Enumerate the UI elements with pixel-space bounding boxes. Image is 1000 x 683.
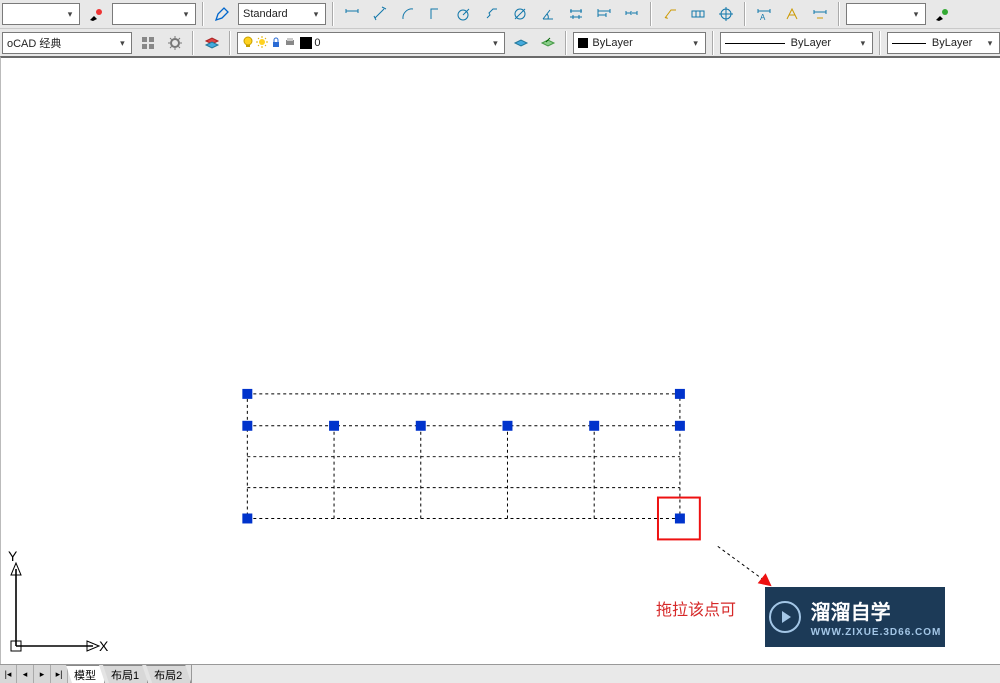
tolerance-icon[interactable] xyxy=(686,2,710,26)
lineweight-sample xyxy=(892,43,926,44)
dimstyle-combo[interactable]: ▾ xyxy=(846,3,926,25)
toolbar-divider xyxy=(332,2,334,26)
radius-dim-icon[interactable] xyxy=(452,2,476,26)
tab-last-button[interactable]: ▸| xyxy=(51,665,68,683)
toolbar-divider xyxy=(565,31,567,55)
watermark-title: 溜溜自学 xyxy=(811,596,942,625)
chevron-down-icon: ▾ xyxy=(309,9,323,20)
toolbar-divider xyxy=(712,31,714,55)
toolbar-divider xyxy=(192,31,194,55)
aligned-dim-icon[interactable] xyxy=(368,2,392,26)
combo-generic-2[interactable]: ▾ xyxy=(112,3,196,25)
center-mark-icon[interactable] xyxy=(714,2,738,26)
color-combo[interactable]: ByLayer ▾ xyxy=(573,32,705,54)
layer-combo[interactable]: 0 ▾ xyxy=(237,32,505,54)
ucs-icon: Y X xyxy=(1,551,111,661)
svg-text:A: A xyxy=(760,13,766,22)
color-combo-value: ByLayer xyxy=(592,37,632,49)
color-swatch xyxy=(578,38,588,48)
tab-track xyxy=(191,665,1000,683)
toolbar-divider xyxy=(744,2,746,26)
dimupdate-icon[interactable] xyxy=(808,2,832,26)
canvas-overlay xyxy=(1,58,1000,665)
workspace-combo[interactable]: oCAD 经典 ▾ xyxy=(2,32,132,54)
gear-icon[interactable] xyxy=(163,31,186,55)
dimtext-icon[interactable] xyxy=(780,2,804,26)
layer-manager-icon[interactable] xyxy=(200,31,223,55)
bulb-icon xyxy=(242,36,254,51)
ucs-y-label: Y xyxy=(8,551,18,564)
textstyle-combo[interactable]: Standard ▾ xyxy=(238,3,326,25)
toolbar-row-2: oCAD 经典 ▾ 0 ▾ xyxy=(0,29,1000,58)
jog-dim-icon[interactable] xyxy=(480,2,504,26)
toolbar-divider xyxy=(879,31,881,55)
plot-icon xyxy=(284,36,296,51)
toolbar-divider xyxy=(650,2,652,26)
toolbar-row-1: ▾ ▾ Standard ▾ A xyxy=(0,0,1000,29)
quick-dim-icon[interactable] xyxy=(564,2,588,26)
ucs-x-label: X xyxy=(99,638,109,654)
layer-previous-icon[interactable] xyxy=(536,31,559,55)
chevron-down-icon: ▾ xyxy=(689,38,703,49)
lineweight-combo-value: ByLayer xyxy=(932,37,972,49)
drawing-canvas[interactable]: 拖拉该点可 Y X 溜溜自学 WWW.ZIXUE.3D66.COM xyxy=(0,56,1000,665)
arc-dim-icon[interactable] xyxy=(396,2,420,26)
diameter-dim-icon[interactable] xyxy=(508,2,532,26)
tab-layout1[interactable]: 布局1 xyxy=(103,665,148,683)
linetype-combo-value: ByLayer xyxy=(791,37,831,49)
tab-first-button[interactable]: |◂ xyxy=(0,665,17,683)
watermark: 溜溜自学 WWW.ZIXUE.3D66.COM xyxy=(765,587,945,647)
play-icon xyxy=(769,601,801,633)
annotation-text: 拖拉该点可 xyxy=(656,596,736,620)
tab-prev-button[interactable]: ◂ xyxy=(17,665,34,683)
leader-icon[interactable] xyxy=(658,2,682,26)
watermark-sub: WWW.ZIXUE.3D66.COM xyxy=(811,627,942,638)
sun-icon xyxy=(256,36,268,51)
dimstyle-brush-icon[interactable] xyxy=(930,2,954,26)
linetype-sample xyxy=(725,43,785,44)
combo-generic-1[interactable]: ▾ xyxy=(2,3,80,25)
angular-dim-icon[interactable] xyxy=(536,2,560,26)
toolbar-divider xyxy=(202,2,204,26)
textstyle-combo-value: Standard xyxy=(243,8,288,20)
color-brush-icon[interactable] xyxy=(84,2,108,26)
gear-grid-icon[interactable] xyxy=(136,31,159,55)
chevron-down-icon: ▾ xyxy=(488,38,502,49)
layer-color-swatch xyxy=(300,37,312,49)
chevron-down-icon: ▾ xyxy=(63,9,77,20)
workspace-combo-value: oCAD 经典 xyxy=(7,35,61,51)
toolbar-divider xyxy=(229,31,231,55)
linetype-combo[interactable]: ByLayer ▾ xyxy=(720,32,873,54)
tab-layout2[interactable]: 布局2 xyxy=(146,665,191,683)
layer-combo-value: 0 xyxy=(314,37,320,49)
tab-next-button[interactable]: ▸ xyxy=(34,665,51,683)
baseline-dim-icon[interactable] xyxy=(592,2,616,26)
ordinate-dim-icon[interactable] xyxy=(424,2,448,26)
continue-dim-icon[interactable] xyxy=(620,2,644,26)
lock-icon xyxy=(270,36,282,51)
dimedit-icon[interactable]: A xyxy=(752,2,776,26)
chevron-down-icon: ▾ xyxy=(115,38,129,49)
linear-dim-icon[interactable] xyxy=(340,2,364,26)
chevron-down-icon: ▾ xyxy=(983,38,997,49)
tab-model[interactable]: 模型 xyxy=(66,665,105,683)
layer-isolate-icon[interactable] xyxy=(509,31,532,55)
model-layout-tabs: |◂ ◂ ▸ ▸| 模型 布局1 布局2 xyxy=(0,664,1000,683)
chevron-down-icon: ▾ xyxy=(909,9,923,20)
chevron-down-icon: ▾ xyxy=(179,9,193,20)
pencil-icon[interactable] xyxy=(210,2,234,26)
chevron-down-icon: ▾ xyxy=(856,38,870,49)
toolbar-divider xyxy=(838,2,840,26)
lineweight-combo[interactable]: ByLayer ▾ xyxy=(887,32,1000,54)
